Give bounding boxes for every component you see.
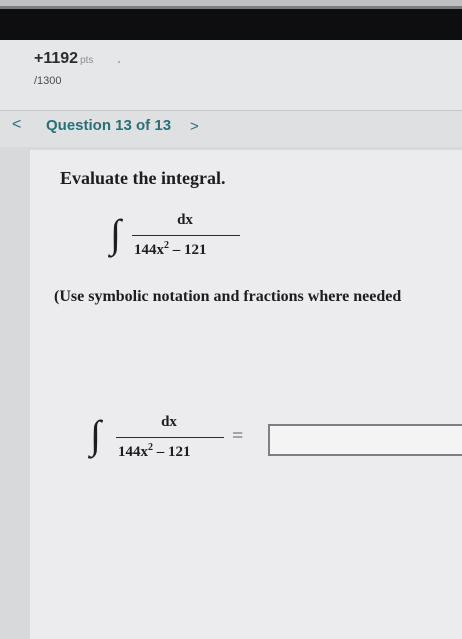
answer-input[interactable] — [268, 424, 462, 456]
points-value: +1192 — [34, 50, 79, 67]
answer-fraction-bar — [116, 437, 224, 438]
previous-question-chevron-icon[interactable]: < — [12, 116, 21, 134]
integral-sign: ∫ — [110, 211, 121, 256]
separator-dot — [118, 61, 120, 63]
answer-numerator: dx — [161, 414, 177, 430]
answer-integral-sign: ∫ — [90, 412, 101, 457]
points-unit: pts — [80, 55, 94, 66]
answer-denominator-base: 144x — [118, 444, 148, 460]
answer-denominator-rest: – 121 — [153, 444, 191, 460]
integral-numerator: dx — [177, 212, 193, 228]
question-card — [30, 150, 462, 639]
question-prompt: Evaluate the integral. — [60, 168, 226, 188]
question-counter[interactable]: Question 13 of 13 — [46, 117, 171, 134]
answer-denominator: 144x2 – 121 — [118, 442, 191, 461]
next-question-chevron-icon[interactable]: > — [190, 118, 199, 135]
points-total: /1300 — [34, 75, 62, 87]
denominator-base: 144x — [134, 242, 164, 258]
instruction-note: (Use symbolic notation and fractions whe… — [54, 288, 402, 305]
points-earned: +1192 pts — [34, 50, 93, 68]
integral-denominator: 144x2 – 121 — [134, 240, 207, 259]
equals-sign: = — [232, 425, 244, 447]
top-sliver-edge — [0, 6, 462, 9]
denominator-rest: – 121 — [169, 242, 207, 258]
fraction-bar — [132, 235, 240, 236]
